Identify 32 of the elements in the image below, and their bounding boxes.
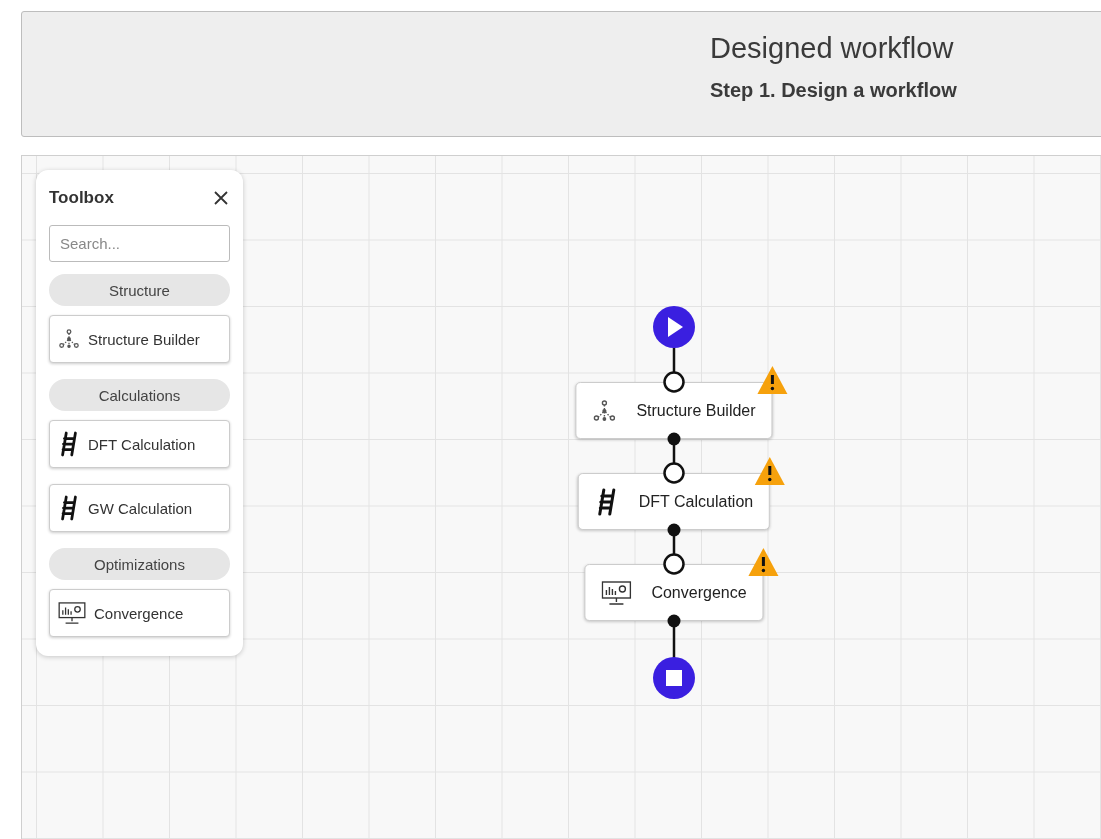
toolbox-item[interactable]: Convergence	[49, 589, 230, 637]
toolbox-item[interactable]: DFT Calculation	[49, 420, 230, 468]
workflow-node[interactable]: Convergence	[584, 564, 764, 621]
output-port	[667, 614, 681, 628]
monitor-chart-icon	[601, 580, 632, 605]
input-port	[663, 462, 685, 484]
category-header: Structure	[49, 274, 230, 306]
workflow-node[interactable]: DFT Calculation	[577, 473, 771, 530]
toolbox-item[interactable]: Structure Builder	[49, 315, 230, 363]
category-header: Calculations	[49, 379, 230, 411]
close-icon	[212, 189, 230, 207]
step-title: Step 1. Design a workflow	[710, 79, 958, 102]
stop-button[interactable]	[653, 657, 695, 699]
search-field[interactable]: Search...	[49, 225, 230, 262]
output-port	[667, 523, 681, 537]
page-title: Designed workflow	[710, 32, 955, 65]
workflow-node[interactable]: Structure Builder	[575, 382, 773, 439]
molecule-icon	[592, 398, 617, 423]
connector-line	[672, 347, 676, 372]
monitor-chart-icon	[58, 602, 86, 624]
input-port	[663, 371, 685, 393]
start-button[interactable]	[653, 306, 695, 348]
output-port	[667, 432, 681, 446]
ladder-icon	[58, 430, 80, 458]
input-port	[663, 553, 685, 575]
molecule-icon	[58, 328, 80, 350]
category-header: Optimizations	[49, 548, 230, 580]
close-button[interactable]	[212, 189, 230, 207]
toolbox-item[interactable]: GW Calculation	[49, 484, 230, 532]
connector-line	[672, 627, 676, 658]
toolbox-title: Toolbox	[49, 188, 114, 208]
ladder-icon	[58, 494, 80, 522]
